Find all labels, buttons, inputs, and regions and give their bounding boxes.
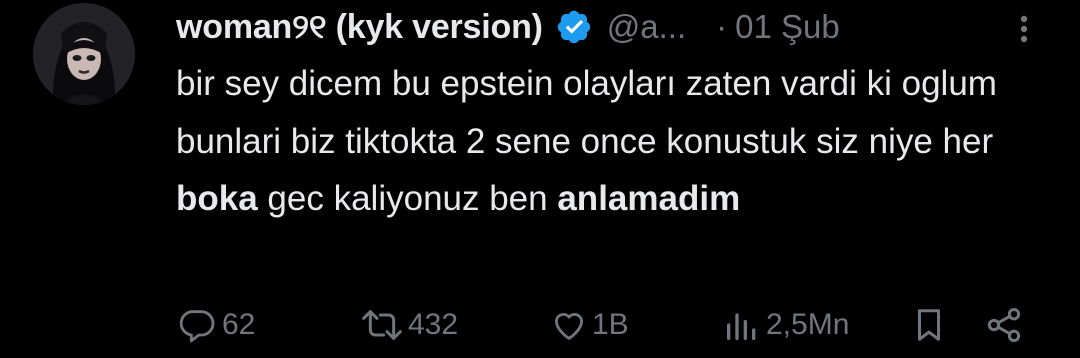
- like-button[interactable]: 1B: [550, 300, 629, 350]
- heart-icon: [550, 306, 588, 344]
- tweet-header: woman୨୧ (kyk version) @a... · 01 Şub: [176, 2, 1046, 52]
- share-button[interactable]: [984, 300, 1024, 350]
- tweet-date[interactable]: 01 Şub: [735, 8, 840, 46]
- author-handle[interactable]: @a...: [607, 8, 686, 46]
- reply-button[interactable]: 62: [178, 300, 255, 350]
- author-display-name[interactable]: woman୨୧ (kyk version): [176, 8, 543, 47]
- views-button[interactable]: 2,5Mn: [722, 300, 849, 350]
- analytics-icon: [722, 305, 762, 345]
- tweet-text-bold: boka: [176, 179, 258, 218]
- bookmark-icon: [910, 305, 948, 345]
- tweet-text-bold: anlamadim: [557, 179, 741, 218]
- repost-icon: [360, 305, 404, 345]
- bookmark-button[interactable]: [910, 300, 948, 350]
- date-separator: ·: [716, 8, 728, 45]
- avatar[interactable]: [33, 3, 135, 105]
- action-bar: 62 432 1B 2,5Mn: [0, 300, 1080, 350]
- avatar-image: [33, 3, 135, 105]
- reply-icon: [178, 305, 218, 345]
- tweet-text-part: gec kaliyonuz ben: [257, 179, 558, 218]
- repost-button[interactable]: 432: [360, 300, 458, 350]
- repost-count: 432: [408, 308, 459, 341]
- tweet-text-part: bir sey dicem bu epstein olayları zaten …: [176, 64, 997, 161]
- reply-count: 62: [222, 308, 256, 341]
- tweet-text: bir sey dicem bu epstein olayları zaten …: [176, 55, 1036, 228]
- verified-badge-icon[interactable]: [555, 8, 593, 46]
- like-count: 1B: [592, 308, 629, 341]
- share-icon: [984, 305, 1024, 345]
- views-count: 2,5Mn: [766, 308, 850, 341]
- more-options-icon[interactable]: [1012, 10, 1036, 48]
